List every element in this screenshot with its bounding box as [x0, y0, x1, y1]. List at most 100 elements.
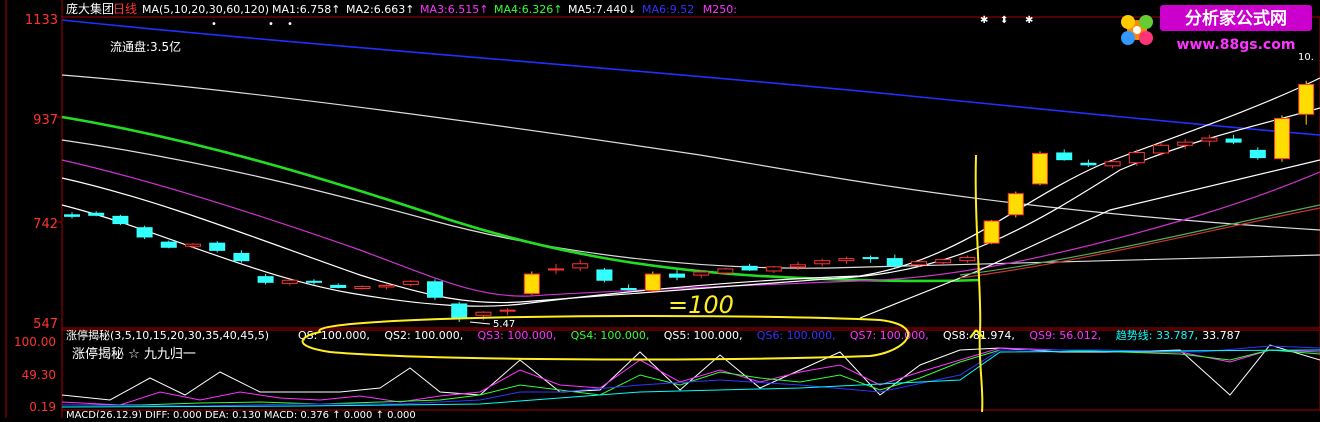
ind-tick-100: 100.00: [14, 335, 56, 349]
candle-body: [1249, 149, 1266, 159]
indicator-legend-item: 趋势线: 33.787,: [1116, 328, 1198, 342]
candle[interactable]: [548, 263, 564, 275]
candle-body: [741, 265, 758, 271]
ma-lines: [61, 19, 1320, 319]
candle[interactable]: [862, 255, 879, 263]
ma-legend-item: MA3:6.515↑: [420, 3, 488, 16]
candle[interactable]: [644, 271, 661, 293]
ma1-line: [61, 77, 1320, 307]
price-tick-742: 742: [33, 217, 58, 232]
candle[interactable]: [112, 214, 129, 226]
candle[interactable]: [330, 283, 347, 289]
ma-legend-item: MA4:6.326↑: [494, 3, 562, 16]
indicator-legend-item: QS3: 100.000,: [478, 329, 557, 342]
candle[interactable]: [1128, 149, 1145, 166]
candle-body: [1274, 117, 1290, 160]
indicator-axis: 100.00 49.30 0.19: [14, 335, 56, 414]
candle-body: [1225, 138, 1242, 143]
candle[interactable]: [572, 259, 589, 271]
ma-spec: MA(5,10,20,30,60,120): [142, 3, 269, 16]
candle[interactable]: [136, 225, 153, 240]
indicator-legend-item: QS9: 56.012,: [1029, 329, 1101, 342]
candle[interactable]: [427, 279, 443, 300]
candle[interactable]: [669, 269, 685, 281]
candle[interactable]: [233, 250, 250, 263]
candle[interactable]: [959, 255, 976, 263]
candle-body: [983, 220, 1000, 244]
candle[interactable]: [475, 311, 492, 321]
candle[interactable]: [281, 279, 298, 286]
header-bar: 庞大集团 日线 MA(5,10,20,30,60,120) MA1:6.758↑…: [66, 1, 737, 16]
candle-body: [136, 227, 153, 238]
candle[interactable]: [741, 263, 758, 271]
site-logo[interactable]: 分析家公式网 www.88gs.com: [1121, 5, 1312, 53]
candle[interactable]: [886, 254, 903, 268]
candle-body: [717, 268, 734, 274]
candle[interactable]: [1225, 134, 1242, 145]
candle[interactable]: [64, 212, 80, 219]
candle-body: [1201, 137, 1218, 142]
indicator-legend: QS: 100.000, QS2: 100.000, QS3: 100.000, QS…: [298, 328, 1241, 342]
price-tick-937: 937: [33, 113, 58, 128]
candle[interactable]: [1274, 115, 1290, 162]
kline-chart[interactable]: 1133 937 742 547 庞大集团 日线 MA(5,10,20,30,6…: [0, 0, 1320, 421]
candle-body: [838, 258, 855, 262]
indicator-panel-frame: [61, 329, 1320, 411]
candle-body: [790, 264, 806, 268]
candle[interactable]: [1056, 149, 1073, 161]
ma-legend-item: M250:: [703, 3, 737, 16]
candle[interactable]: [523, 271, 540, 295]
flower-icon: [1121, 15, 1153, 45]
candle[interactable]: [765, 265, 782, 274]
candle-body: [1177, 141, 1194, 146]
logo-title: 分析家公式网: [1185, 8, 1287, 29]
high-label: 10.: [1298, 52, 1314, 63]
indicator-legend-item: QS6: 100.000,: [757, 329, 836, 342]
indicator-legend-item: QS4: 100.000,: [571, 329, 650, 342]
candle[interactable]: [1298, 80, 1315, 125]
candle[interactable]: [1032, 151, 1048, 186]
candle-body: [160, 241, 177, 248]
candle-body: [911, 261, 927, 266]
indicator-legend-item: QS2: 100.000,: [384, 329, 463, 342]
candle[interactable]: [499, 308, 516, 316]
candle-body: [1032, 152, 1048, 185]
candle[interactable]: [185, 243, 201, 249]
float-cap-label: 流通盘:3.5亿: [110, 39, 181, 54]
candle-body: [1056, 152, 1073, 161]
candle[interactable]: [1007, 191, 1024, 218]
candle-body: [693, 271, 710, 276]
candle-body: [596, 269, 613, 281]
candle[interactable]: [160, 240, 177, 249]
candle[interactable]: [620, 284, 637, 291]
candle-body: [523, 273, 540, 295]
candle[interactable]: [983, 219, 1000, 245]
candle[interactable]: [257, 274, 274, 285]
candle-body: [451, 303, 468, 319]
candle[interactable]: [838, 256, 855, 264]
candle-body: [1298, 83, 1315, 115]
candle-body: [427, 281, 443, 298]
candle[interactable]: [814, 258, 831, 267]
period-label[interactable]: 日线: [113, 2, 137, 16]
candle-body: [1153, 144, 1169, 154]
candle[interactable]: [1249, 147, 1266, 160]
stock-name[interactable]: 庞大集团: [66, 1, 114, 16]
candle[interactable]: [378, 284, 395, 290]
candle[interactable]: [1080, 159, 1097, 167]
ma3-line: [61, 159, 1320, 297]
candle[interactable]: [402, 280, 419, 287]
candle-body: [354, 285, 371, 290]
candle[interactable]: [935, 258, 952, 265]
candle-body: [644, 273, 661, 292]
candle-body: [669, 273, 685, 278]
candle[interactable]: [1104, 159, 1121, 169]
candle[interactable]: [354, 285, 371, 290]
candle-body: [330, 284, 347, 288]
event-marker: •: [211, 19, 217, 30]
candle-body: [935, 259, 952, 264]
candle[interactable]: [596, 267, 613, 283]
candle[interactable]: [209, 241, 226, 253]
event-marker: ✱: [980, 15, 988, 26]
candle[interactable]: [88, 211, 105, 217]
